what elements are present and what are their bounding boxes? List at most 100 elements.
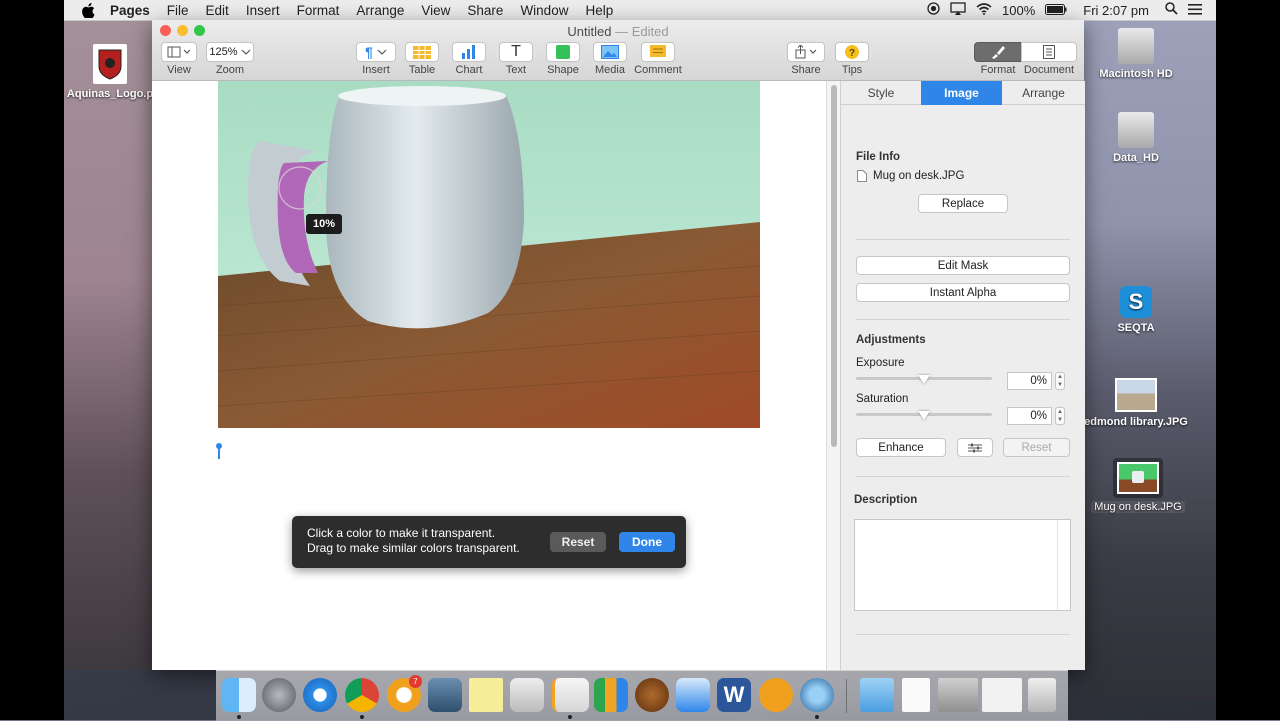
exposure-stepper[interactable]: ▲ ▼ [1055, 372, 1065, 390]
description-textarea[interactable] [854, 519, 1071, 611]
menu-edit[interactable]: Edit [206, 3, 229, 18]
shield-logo-icon [93, 44, 127, 84]
menu-app-name[interactable]: Pages [110, 3, 150, 18]
preview-icon[interactable] [510, 678, 544, 712]
saturation-label: Saturation [856, 393, 909, 405]
share-button[interactable] [787, 42, 825, 62]
desktop-icon-aquinas-logo[interactable]: Aquinas_Logo.p [55, 44, 165, 100]
saturation-stepper[interactable]: ▲ ▼ [1055, 407, 1065, 425]
scrollbar-thumb[interactable] [831, 85, 837, 447]
menu-arrange[interactable]: Arrange [356, 3, 404, 18]
trash-icon[interactable] [1028, 678, 1056, 712]
format-inspector: Style Image Arrange File Info Mug on des… [840, 81, 1085, 670]
chrome-icon[interactable] [345, 678, 379, 712]
document-icon [1043, 45, 1055, 59]
exposure-value-field[interactable]: 0% [1007, 372, 1052, 390]
desktop-icon-library-photo[interactable]: edmond library.JPG [1081, 378, 1191, 428]
keynote-app-icon[interactable] [676, 678, 710, 712]
desktop-icon-mug-photo[interactable]: Mug on desk.JPG [1086, 458, 1190, 513]
zoom-label: Zoom [215, 64, 245, 76]
enhance-button[interactable]: Enhance [856, 438, 946, 457]
format-button[interactable] [974, 42, 1022, 62]
menu-share[interactable]: Share [467, 3, 503, 18]
donkey-kong-game-icon[interactable] [635, 678, 669, 712]
menu-window[interactable]: Window [520, 3, 568, 18]
menu-file[interactable]: File [167, 3, 189, 18]
document-canvas[interactable]: 10% [152, 81, 826, 670]
table-label: Table [408, 64, 436, 76]
battery-icon[interactable] [1045, 3, 1067, 18]
edit-mask-button[interactable]: Edit Mask [856, 256, 1070, 275]
zoom-select[interactable]: 125% [206, 42, 254, 62]
stickies-icon[interactable] [469, 678, 503, 712]
file-icon [857, 170, 867, 182]
image-capture-icon[interactable] [428, 678, 462, 712]
media-photo-icon [601, 45, 619, 59]
divider [856, 476, 1070, 477]
word-app-icon[interactable]: W [717, 678, 751, 712]
divider [856, 634, 1070, 635]
safari-icon[interactable] [303, 678, 337, 712]
wifi-icon[interactable] [976, 2, 992, 18]
shape-button[interactable] [546, 42, 580, 62]
adjust-levels-button[interactable] [957, 438, 993, 457]
description-scrollbar[interactable] [1057, 520, 1070, 610]
comment-label: Comment [634, 64, 682, 76]
notification-center-icon[interactable] [1188, 3, 1202, 18]
spotlight-search-icon[interactable] [1165, 2, 1178, 18]
menubar-clock[interactable]: Fri 2:07 pm [1083, 3, 1149, 18]
comment-button[interactable] [641, 42, 675, 62]
numbers-app-icon[interactable] [594, 678, 628, 712]
table-button[interactable] [405, 42, 439, 62]
screen-record-icon[interactable] [927, 2, 940, 18]
ibooks-icon[interactable] [759, 678, 793, 712]
airplay-icon[interactable] [950, 2, 966, 18]
pages-app-icon[interactable] [552, 678, 589, 712]
question-icon: ? [845, 45, 859, 59]
hud-reset-button[interactable]: Reset [550, 532, 606, 552]
document-button[interactable] [1021, 42, 1077, 62]
hud-done-button[interactable]: Done [619, 532, 675, 552]
menu-format[interactable]: Format [297, 3, 340, 18]
instant-alpha-hud: Click a color to make it transparent. Dr… [292, 516, 686, 568]
tab-arrange[interactable]: Arrange [1002, 81, 1085, 105]
menu-insert[interactable]: Insert [246, 3, 280, 18]
saturation-slider-knob[interactable] [918, 411, 930, 420]
chevron-down-icon [377, 49, 387, 55]
desktop-icon-seqta[interactable]: S SEQTA [1081, 286, 1191, 334]
window-thumbnail-icon[interactable] [982, 678, 1022, 712]
desktop-icon-label: Macintosh HD [1099, 68, 1173, 80]
reset-adjustments-button[interactable]: Reset [1003, 438, 1070, 457]
desktop-icon-macintosh-hd[interactable]: Macintosh HD [1081, 28, 1191, 80]
applications-folder-icon[interactable] [860, 678, 894, 712]
chart-button[interactable] [452, 42, 486, 62]
sliders-icon [968, 443, 982, 452]
tab-style[interactable]: Style [841, 81, 921, 105]
adjustments-heading: Adjustments [856, 334, 926, 346]
insert-button[interactable]: ¶ [356, 42, 396, 62]
tab-image[interactable]: Image [921, 81, 1002, 105]
view-button[interactable] [161, 42, 197, 62]
launchpad-icon[interactable] [262, 678, 296, 712]
desktop-icon-data-hd[interactable]: Data_HD [1081, 112, 1191, 164]
saturation-value-field[interactable]: 0% [1007, 407, 1052, 425]
document-stack-icon[interactable] [902, 678, 930, 712]
exposure-slider-knob[interactable] [918, 375, 930, 384]
mug-photo[interactable]: 10% [218, 81, 760, 428]
mug-photo-image [218, 81, 760, 428]
paragraph-icon: ¶ [365, 44, 373, 60]
media-button[interactable] [593, 42, 627, 62]
replace-button[interactable]: Replace [918, 194, 1008, 213]
apple-menu-icon[interactable] [82, 2, 96, 18]
menu-help[interactable]: Help [585, 3, 613, 18]
quicktime-icon[interactable] [800, 678, 834, 712]
document-status: Edited [631, 24, 669, 39]
document-scrollbar[interactable] [826, 81, 841, 670]
instant-alpha-button[interactable]: Instant Alpha [856, 283, 1070, 302]
share-label: Share [791, 64, 821, 76]
menu-view[interactable]: View [421, 3, 450, 18]
window-thumbnail-icon[interactable] [938, 678, 978, 712]
tips-button[interactable]: ? [835, 42, 869, 62]
finder-icon[interactable] [222, 678, 256, 712]
text-box-button[interactable]: T [499, 42, 533, 62]
